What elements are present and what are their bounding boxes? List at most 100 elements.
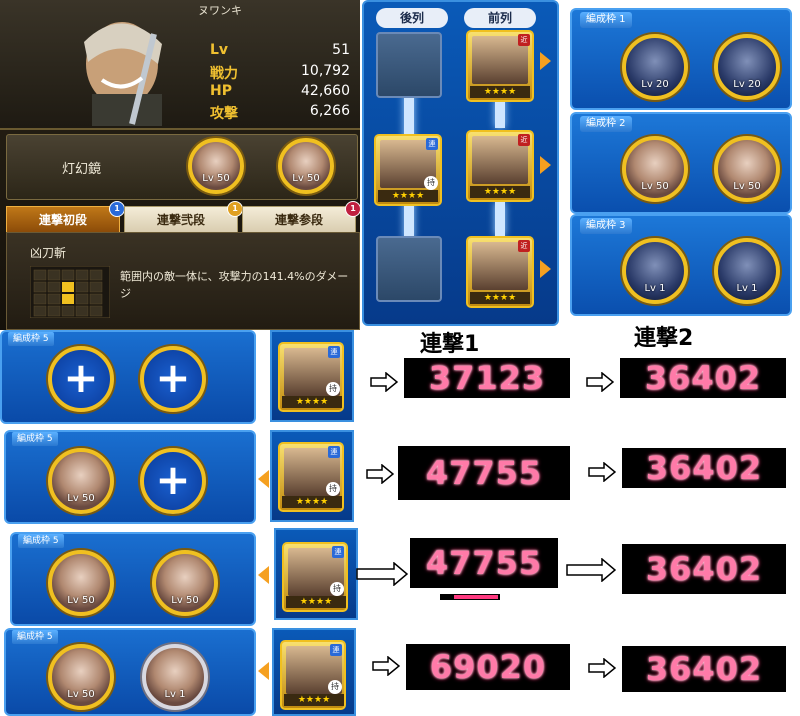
tab-chain-3[interactable]: 連撃参段 1	[242, 201, 360, 234]
stat-value: 42,660	[301, 83, 350, 99]
formation-label: 編成枠 5	[18, 534, 64, 548]
tab-label: 連撃初段	[38, 213, 87, 227]
front-slot-1-card[interactable]: 近 ★★★★	[466, 30, 534, 102]
damage-chain-1: 69020	[406, 644, 570, 690]
add-slot-button[interactable]: +	[48, 346, 114, 412]
arrow-left-icon	[258, 566, 269, 584]
formation-slot[interactable]: Lv 50	[48, 644, 114, 710]
slot-level: Lv 50	[641, 181, 669, 192]
arrow-left-icon	[258, 662, 269, 680]
stat-label: 戦力	[210, 66, 238, 82]
kin-badge: 近	[518, 240, 530, 252]
character-detail-panel: ヌワンキ Lv 51 戦力 10,792 HP 42,660 攻撃 6,266 灯幻鏡 …	[0, 0, 360, 330]
formation-label: 編成枠 2	[580, 116, 632, 132]
slot-level: Lv 50	[67, 595, 95, 606]
formation-slot[interactable]: Lv 50	[152, 550, 218, 616]
arrow-right-icon	[588, 462, 616, 482]
star-rating: ★★★★	[282, 396, 342, 408]
front-slot-3-card[interactable]: 近 ★★★★	[466, 236, 534, 308]
unit-card[interactable]: 連持 ★★★★	[278, 442, 344, 512]
formation-label: 編成枠 5	[8, 332, 54, 346]
skill-name: 凶刀斬	[30, 246, 67, 260]
slot-level: Lv 20	[733, 79, 761, 90]
formation-slot[interactable]: Lv 1	[142, 644, 208, 710]
stat-label: Lv	[210, 42, 229, 58]
stat-value: 10,792	[301, 63, 350, 79]
star-rating: ★★★★	[470, 86, 530, 98]
mirror-slot-2[interactable]: Lv 50	[278, 138, 334, 194]
arrow-right-icon	[540, 156, 551, 174]
formation-slot[interactable]: Lv 1	[714, 238, 780, 304]
formation-5-row-4[interactable]: 編成枠 5 Lv 50 Lv 1	[4, 628, 256, 716]
ren-badge: 連	[426, 138, 438, 150]
arrow-right-icon	[566, 558, 616, 582]
arrow-left-icon	[258, 470, 269, 488]
hold-badge: 持	[326, 382, 340, 396]
chain-1-header: 連撃1	[420, 332, 480, 357]
slot-level: Lv 50	[67, 689, 95, 700]
slot-level: Lv 20	[641, 79, 669, 90]
star-rating: ★★★★	[470, 186, 530, 198]
add-slot-button[interactable]: +	[140, 448, 206, 514]
tab-badge: 1	[109, 201, 125, 217]
formation-slot[interactable]: Lv 50	[48, 448, 114, 514]
formation-slot[interactable]: Lv 50	[48, 550, 114, 616]
front-row-header: 前列	[464, 8, 536, 28]
formation-slot[interactable]: Lv 20	[714, 34, 780, 100]
unit-card[interactable]: 連持 ★★★★	[282, 542, 348, 612]
arrow-right-icon	[372, 656, 400, 676]
tab-label: 連撃弐段	[156, 213, 205, 227]
mirror-slot-1[interactable]: Lv 50	[188, 138, 244, 194]
skill-range-grid	[30, 266, 110, 318]
formation-1[interactable]: 編成枠 1 Lv 20 Lv 20	[570, 8, 792, 110]
unit-card[interactable]: 連持 ★★★★	[280, 640, 346, 710]
back-slot-3[interactable]	[376, 236, 442, 302]
ren-badge: 連	[332, 546, 344, 558]
arrow-right-icon	[540, 260, 551, 278]
back-row-header: 後列	[376, 8, 448, 28]
tab-chain-1[interactable]: 連撃初段 1	[6, 201, 125, 234]
add-slot-button[interactable]: +	[140, 346, 206, 412]
damage-chain-1: 37123	[404, 358, 570, 398]
arrow-right-icon	[370, 372, 398, 392]
back-slot-2-card[interactable]: 連持 ★★★★	[374, 134, 442, 206]
ren-badge: 連	[328, 446, 340, 458]
formation-5-row-1[interactable]: 編成枠 5 + +	[0, 330, 256, 424]
kin-badge: 近	[518, 34, 530, 46]
arrow-right-icon	[356, 562, 408, 586]
formation-slot[interactable]: Lv 50	[622, 136, 688, 202]
formation-2[interactable]: 編成枠 2 Lv 50 Lv 50	[570, 112, 792, 214]
unit-card[interactable]: 連持 ★★★★	[278, 342, 344, 412]
stat-attack: 攻撃 6,266	[210, 103, 350, 123]
tab-badge: 1	[345, 201, 360, 217]
formation-slot[interactable]: Lv 50	[714, 136, 780, 202]
lineup-side-1: 連持 ★★★★	[270, 330, 354, 422]
formation-3[interactable]: 編成枠 3 Lv 1 Lv 1	[570, 214, 792, 316]
front-slot-2-card[interactable]: 近 ★★★★	[466, 130, 534, 202]
formation-slot[interactable]: Lv 20	[622, 34, 688, 100]
slot-level: Lv 50	[292, 173, 320, 184]
formation-5-row-2[interactable]: 編成枠 5 Lv 50 +	[4, 430, 256, 524]
formation-5-row-3[interactable]: 編成枠 5 Lv 50 Lv 50	[10, 532, 256, 626]
arrow-right-icon	[586, 372, 614, 392]
hold-badge: 持	[328, 680, 342, 694]
formation-label: 編成枠 5	[12, 432, 58, 446]
formation-label: 編成枠 1	[580, 12, 632, 28]
slot-level: Lv 50	[202, 173, 230, 184]
damage-chain-2: 36402	[622, 646, 786, 692]
tab-chain-2[interactable]: 連撃弐段 1	[124, 201, 243, 234]
hold-badge: 持	[326, 482, 340, 496]
slot-level: Lv 50	[171, 595, 199, 606]
connector-line	[495, 202, 505, 236]
damage-gauge-fill	[454, 595, 498, 599]
formation-slot[interactable]: Lv 1	[622, 238, 688, 304]
star-rating: ★★★★	[282, 496, 342, 508]
stat-value: 51	[332, 42, 350, 58]
kin-badge: 近	[518, 134, 530, 146]
damage-gauge	[440, 594, 500, 600]
back-slot-1[interactable]	[376, 32, 442, 98]
tab-badge: 1	[227, 201, 243, 217]
stat-power: 戦力 10,792	[210, 63, 350, 83]
star-rating: ★★★★	[286, 596, 346, 608]
arrow-right-icon	[366, 464, 394, 484]
